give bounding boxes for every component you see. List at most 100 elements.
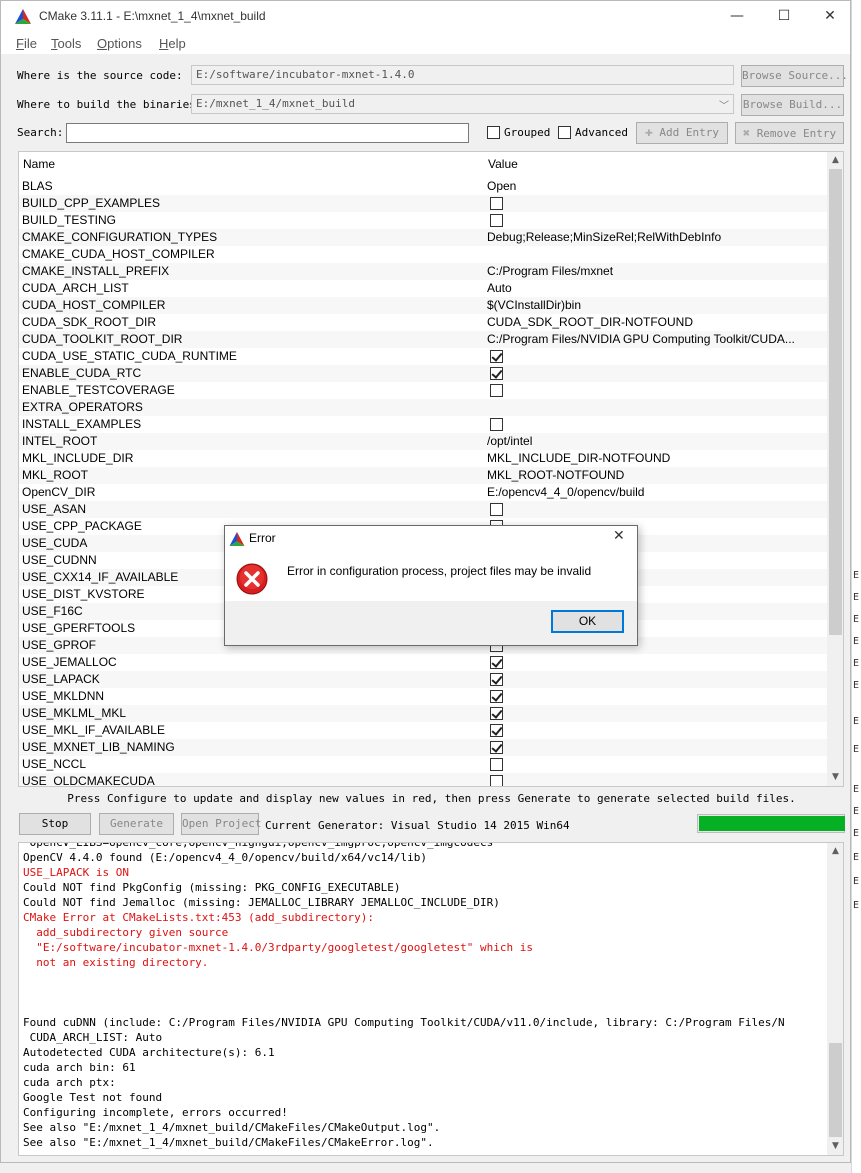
source-label: Where is the source code: xyxy=(17,69,183,82)
variable-value[interactable]: E:/opencv4_4_0/opencv/build xyxy=(487,485,825,499)
variable-value[interactable]: C:/Program Files/NVIDIA GPU Computing To… xyxy=(487,332,825,346)
table-row[interactable]: INTEL_ROOT/opt/intel xyxy=(19,433,827,450)
source-path-field[interactable]: E:/software/incubator-mxnet-1.4.0 xyxy=(191,65,734,85)
log-scroll-thumb[interactable] xyxy=(829,1043,842,1137)
table-scroll-thumb[interactable] xyxy=(829,169,842,635)
variable-checkbox[interactable] xyxy=(490,724,503,737)
menu-help[interactable]: Help xyxy=(159,36,186,51)
maximize-button[interactable]: ☐ xyxy=(761,1,807,32)
variable-value[interactable]: C:/Program Files/mxnet xyxy=(487,264,825,278)
table-row[interactable]: BUILD_TESTING xyxy=(19,212,827,229)
scroll-down-icon[interactable]: ▼ xyxy=(827,769,843,786)
log-line: OpenCV_LIBS=opencv_core;opencv_highgui;o… xyxy=(23,842,494,849)
variable-value[interactable]: Debug;Release;MinSizeRel;RelWithDebInfo xyxy=(487,230,825,244)
variable-value[interactable]: CUDA_SDK_ROOT_DIR-NOTFOUND xyxy=(487,315,825,329)
search-label: Search: xyxy=(17,126,64,139)
advanced-checkbox[interactable] xyxy=(558,126,571,139)
table-row[interactable]: CMAKE_CUDA_HOST_COMPILER xyxy=(19,246,827,263)
log-scroll-down-icon[interactable]: ▼ xyxy=(827,1138,843,1155)
log-scroll-up-icon[interactable]: ▲ xyxy=(827,843,843,860)
variable-checkbox[interactable] xyxy=(490,690,503,703)
table-row[interactable]: CUDA_TOOLKIT_ROOT_DIR C:/Program Files/NV… xyxy=(19,331,827,348)
log-scrollbar[interactable]: ▲ ▼ xyxy=(827,843,843,1155)
chevron-down-icon[interactable]: ﹀ xyxy=(719,97,729,112)
add-entry-button[interactable]: ✚ Add Entry xyxy=(636,122,728,144)
table-row[interactable]: CUDA_ARCH_LIST Auto xyxy=(19,280,827,297)
variable-checkbox[interactable] xyxy=(490,758,503,771)
table-row[interactable]: USE_OLDCMAKECUDA xyxy=(19,773,827,786)
variable-checkbox[interactable] xyxy=(490,741,503,754)
variable-checkbox[interactable] xyxy=(490,350,503,363)
table-row[interactable]: CMAKE_CONFIGURATION_TYPES Debug;Release;M… xyxy=(19,229,827,246)
search-input[interactable] xyxy=(66,123,469,143)
variable-value[interactable]: $(VCInstallDir)bin xyxy=(487,298,825,312)
build-path-field[interactable]: E:/mxnet_1_4/mxnet_build ﹀ xyxy=(191,94,734,114)
cmake-logo-icon xyxy=(229,532,245,546)
scroll-up-icon[interactable]: ▲ xyxy=(827,152,843,169)
variable-value[interactable]: MKL_INCLUDE_DIR-NOTFOUND xyxy=(487,451,825,465)
variable-name: BUILD_CPP_EXAMPLES xyxy=(22,196,161,210)
variable-checkbox[interactable] xyxy=(490,503,503,516)
variable-checkbox[interactable] xyxy=(490,384,503,397)
value-column-header[interactable]: Value xyxy=(488,157,518,171)
table-row[interactable]: BLAS Open xyxy=(19,178,827,195)
open-project-button[interactable]: Open Project xyxy=(181,813,261,835)
background-text-fragment: E xyxy=(853,680,860,691)
variable-checkbox[interactable] xyxy=(490,656,503,669)
table-row[interactable]: USE_ASAN xyxy=(19,501,827,518)
table-row[interactable]: CMAKE_INSTALL_PREFIX C:/Program Files/mxn… xyxy=(19,263,827,280)
ok-button[interactable]: OK xyxy=(551,610,624,633)
table-row[interactable]: USE_MKLDNN xyxy=(19,688,827,705)
grouped-checkbox[interactable] xyxy=(487,126,500,139)
table-row[interactable]: EXTRA_OPERATORS xyxy=(19,399,827,416)
menu-file[interactable]: File xyxy=(16,36,37,51)
table-row[interactable]: CUDA_HOST_COMPILER $(VCInstallDir)bin xyxy=(19,297,827,314)
variable-name: ENABLE_TESTCOVERAGE xyxy=(22,383,175,397)
cache-variables-table[interactable]: Name Value BLAS Open BUILD_CPP_EXAMPLES BUI… xyxy=(18,151,844,787)
variable-value[interactable]: Auto xyxy=(487,281,825,295)
output-log[interactable]: OpenCV_LIBS=opencv_core;opencv_highgui;o… xyxy=(18,842,844,1156)
remove-entry-button[interactable]: ✖ Remove Entry xyxy=(735,122,844,144)
minimize-button[interactable]: — xyxy=(714,1,760,32)
table-row[interactable]: BUILD_CPP_EXAMPLES xyxy=(19,195,827,212)
log-line: Could NOT find PkgConfig (missing: PKG_C… xyxy=(23,881,401,894)
table-row[interactable]: INSTALL_EXAMPLES xyxy=(19,416,827,433)
table-scrollbar[interactable]: ▲ ▼ xyxy=(827,152,843,786)
variable-checkbox[interactable] xyxy=(490,775,503,786)
background-text-fragment: E xyxy=(853,636,860,647)
browse-build-button[interactable]: Browse Build... xyxy=(741,94,844,116)
table-row[interactable]: USE_MKL_IF_AVAILABLE xyxy=(19,722,827,739)
table-row[interactable]: MKL_INCLUDE_DIR MKL_INCLUDE_DIR-NOTFOUND xyxy=(19,450,827,467)
variable-name: USE_DIST_KVSTORE xyxy=(22,587,145,601)
menu-tools[interactable]: Tools xyxy=(51,36,81,51)
variable-checkbox[interactable] xyxy=(490,197,503,210)
table-row[interactable]: USE_MKLML_MKL xyxy=(19,705,827,722)
menu-options[interactable]: Options xyxy=(97,36,142,51)
table-row[interactable]: OpenCV_DIR E:/opencv4_4_0/opencv/build xyxy=(19,484,827,501)
variable-value[interactable]: /opt/intel xyxy=(487,434,825,448)
variable-checkbox[interactable] xyxy=(490,367,503,380)
table-row[interactable]: ENABLE_TESTCOVERAGE xyxy=(19,382,827,399)
variable-value[interactable]: Open xyxy=(487,179,825,193)
stop-button[interactable]: Stop xyxy=(19,813,91,835)
table-row[interactable]: MKL_ROOT MKL_ROOT-NOTFOUND xyxy=(19,467,827,484)
name-column-header[interactable]: Name xyxy=(23,157,55,171)
table-row[interactable]: ENABLE_CUDA_RTC xyxy=(19,365,827,382)
variable-checkbox[interactable] xyxy=(490,673,503,686)
table-row[interactable]: CUDA_SDK_ROOT_DIR CUDA_SDK_ROOT_DIR-NOTFO… xyxy=(19,314,827,331)
table-row[interactable]: CUDA_USE_STATIC_CUDA_RUNTIME xyxy=(19,348,827,365)
table-row[interactable]: USE_JEMALLOC xyxy=(19,654,827,671)
dialog-close-button[interactable]: ✕ xyxy=(613,528,625,544)
variable-checkbox[interactable] xyxy=(490,418,503,431)
variable-checkbox[interactable] xyxy=(490,214,503,227)
generate-button[interactable]: Generate xyxy=(99,813,174,835)
table-row[interactable]: USE_NCCL xyxy=(19,756,827,773)
variable-value[interactable]: MKL_ROOT-NOTFOUND xyxy=(487,468,825,482)
variable-checkbox[interactable] xyxy=(490,707,503,720)
log-line: cuda arch bin: 61 xyxy=(23,1061,136,1074)
close-button[interactable]: ✕ xyxy=(807,1,853,32)
table-row[interactable]: USE_LAPACK xyxy=(19,671,827,688)
table-row[interactable]: USE_MXNET_LIB_NAMING xyxy=(19,739,827,756)
browse-source-button[interactable]: Browse Source... xyxy=(741,65,848,87)
